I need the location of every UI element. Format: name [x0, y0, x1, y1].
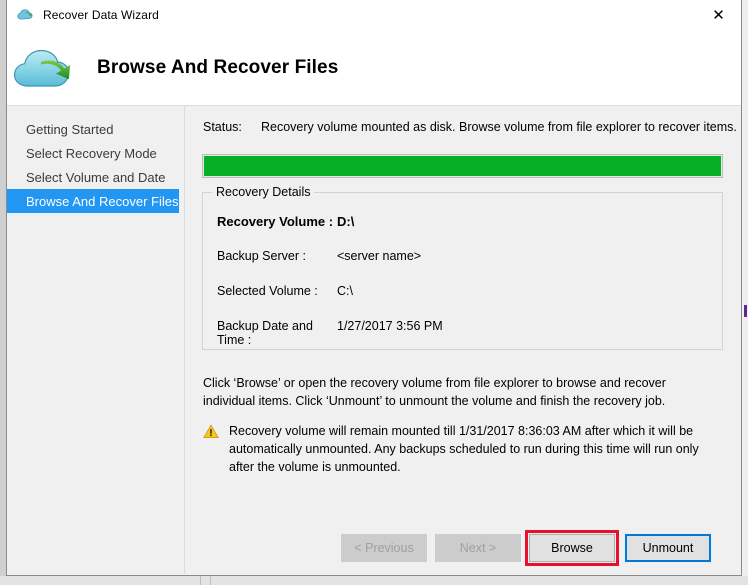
detail-label: Backup Server : — [217, 249, 306, 263]
backdrop-tick-right — [210, 576, 211, 585]
content-pane: Status: Recovery volume mounted as disk.… — [185, 106, 741, 574]
status-row: Status: Recovery volume mounted as disk.… — [203, 120, 737, 134]
title-bar: Recover Data Wizard ✕ — [7, 0, 741, 30]
wizard-header: Browse And Recover Files — [7, 30, 741, 105]
detail-label: Recovery Volume : — [217, 214, 334, 229]
instructions-text: Click ‘Browse’ or open the recovery volu… — [203, 376, 666, 408]
wizard-sidebar: Getting Started Select Recovery Mode Sel… — [7, 106, 179, 574]
detail-row-selected-volume: Selected Volume : C:\ — [202, 284, 723, 319]
window-title: Recover Data Wizard — [43, 8, 159, 22]
sidebar-item-label: Select Volume and Date — [26, 169, 166, 185]
status-text: Recovery volume mounted as disk. Browse … — [261, 120, 737, 134]
detail-value: 1/27/2017 3:56 PM — [337, 319, 443, 333]
warning-triangle-icon — [203, 424, 219, 440]
next-button[interactable]: Next > — [435, 534, 521, 562]
sidebar-item-select-volume-and-date[interactable]: Select Volume and Date — [7, 165, 179, 189]
sidebar-item-label: Getting Started — [26, 121, 114, 137]
recover-data-wizard-window: Recover Data Wizard ✕ Browse And Recover… — [6, 0, 742, 576]
backdrop-mark-right — [744, 305, 747, 317]
sidebar-item-select-recovery-mode[interactable]: Select Recovery Mode — [7, 141, 179, 165]
recovery-details-list: Recovery Volume : D:\ Backup Server : <s… — [202, 214, 723, 354]
detail-row-backup-server: Backup Server : <server name> — [202, 249, 723, 284]
backdrop-strip-bottom — [0, 576, 748, 585]
detail-label: Backup Date and Time : — [217, 319, 313, 347]
detail-label: Selected Volume : — [217, 284, 318, 298]
cloud-recover-logo — [11, 40, 85, 96]
sidebar-item-getting-started[interactable]: Getting Started — [7, 117, 179, 141]
backdrop-tick-left — [200, 576, 201, 585]
previous-button[interactable]: < Previous — [341, 534, 427, 562]
recovery-progress-bar — [202, 154, 723, 178]
detail-row-backup-date-and-time: Backup Date and Time : 1/27/2017 3:56 PM — [202, 319, 723, 354]
recovery-details-title: Recovery Details — [212, 185, 315, 199]
browse-button[interactable]: Browse — [529, 534, 615, 562]
sidebar-item-label: Browse And Recover Files — [26, 193, 179, 209]
sidebar-item-browse-and-recover-files[interactable]: Browse And Recover Files — [7, 189, 179, 213]
detail-value: D:\ — [337, 214, 355, 229]
warning-block: Recovery volume will remain mounted till… — [203, 422, 715, 476]
sidebar-item-label: Select Recovery Mode — [26, 145, 157, 161]
unmount-button[interactable]: Unmount — [625, 534, 711, 562]
detail-value: C:\ — [337, 284, 353, 298]
sidebar-list: Getting Started Select Recovery Mode Sel… — [7, 106, 179, 213]
detail-row-recovery-volume: Recovery Volume : D:\ — [202, 214, 723, 249]
window-body: Getting Started Select Recovery Mode Sel… — [7, 106, 741, 574]
detail-value: <server name> — [337, 249, 422, 263]
progress-fill — [204, 156, 721, 176]
status-label: Status: — [203, 120, 242, 134]
warning-text: Recovery volume will remain mounted till… — [229, 424, 699, 474]
close-icon[interactable]: ✕ — [696, 0, 741, 29]
page-title: Browse And Recover Files — [97, 56, 339, 78]
cloud-icon — [17, 7, 35, 23]
